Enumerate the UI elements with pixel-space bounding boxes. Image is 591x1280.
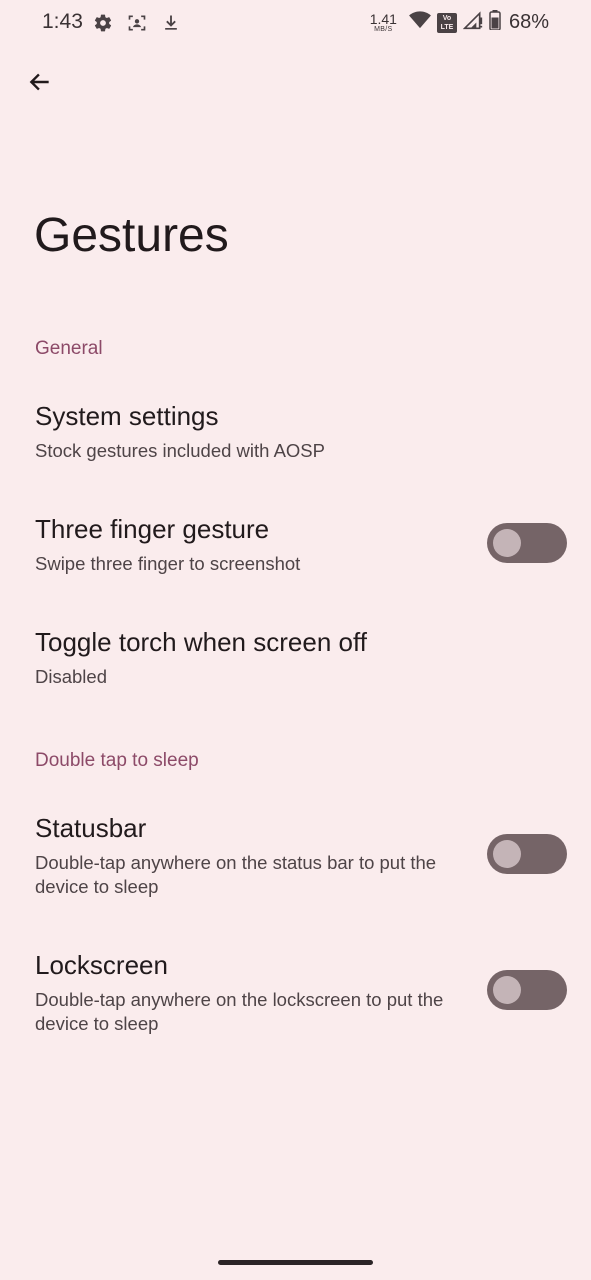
battery-percent: 68% [508,11,549,33]
pref-lockscreen[interactable]: Lockscreen Double-tap anywhere on the lo… [0,950,591,1050]
page-title: Gestures [34,209,229,262]
network-speed-value: 1.41 [369,11,397,27]
pref-title: Toggle torch when screen off [35,627,367,657]
network-speed-unit: MB/S [374,26,393,33]
pref-title: Statusbar [35,813,147,843]
pref-summary: Double-tap anywhere on the lockscreen to… [35,989,444,1034]
switch-thumb [493,976,521,1004]
pref-summary: Stock gestures included with AOSP [35,440,325,461]
notification-icons [90,12,182,34]
volte-top-label: Vo [442,14,452,22]
three-finger-toggle[interactable] [487,523,567,563]
pref-title: Three finger gesture [35,514,270,544]
section-header-general: General [35,338,103,359]
volte-bottom-label: LTE [440,23,454,31]
pref-summary: Disabled [35,666,107,687]
section-header-double-tap: Double tap to sleep [35,750,199,771]
statusbar-toggle[interactable] [487,834,567,874]
wifi-icon [409,10,431,35]
switch-thumb [493,529,521,557]
arrow-back-icon [27,69,53,100]
pref-title: Lockscreen [35,950,168,980]
pref-toggle-torch[interactable]: Toggle torch when screen off Disabled [0,627,591,707]
pref-statusbar[interactable]: Statusbar Double-tap anywhere on the sta… [0,813,591,913]
pref-system-settings[interactable]: System settings Stock gestures included … [0,401,591,481]
download-icon [160,12,182,34]
face-scan-icon [126,12,148,34]
network-speed: 1.41 MB/S [370,12,397,33]
pref-summary: Double-tap anywhere on the status bar to… [35,852,437,897]
lockscreen-toggle[interactable] [487,970,567,1010]
volte-icon: Vo LTE [436,12,457,33]
back-button[interactable] [20,64,60,104]
status-time: 1:43 [42,10,83,33]
signal-icon [462,10,483,35]
battery-icon [489,10,501,35]
pref-summary: Swipe three finger to screenshot [35,553,301,574]
system-icons: 1.41 MB/S Vo LTE 68% [370,10,549,35]
pref-three-finger-gesture[interactable]: Three finger gesture Swipe three finger … [0,514,591,594]
switch-thumb [493,840,521,868]
gesture-nav-handle[interactable] [218,1260,373,1265]
pref-title: System settings [35,401,219,431]
gear-icon [92,12,114,34]
status-bar: 1:43 1.41 MB/S Vo LTE 68% [0,0,591,46]
